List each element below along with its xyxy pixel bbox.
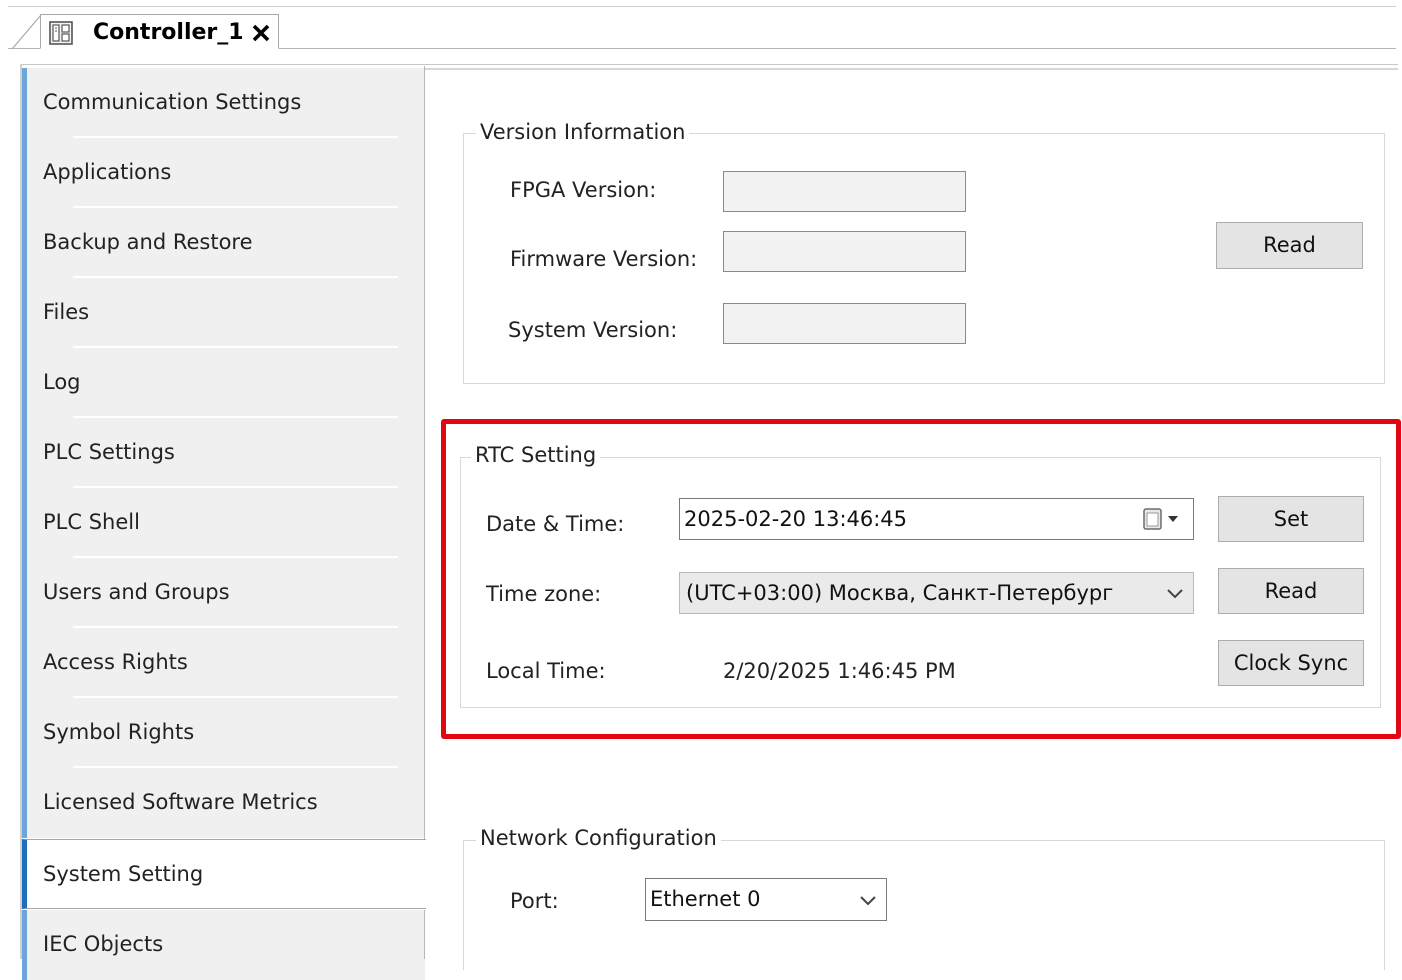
sidebar-item-access-rights[interactable]: Access Rights <box>22 628 425 698</box>
network-config-legend: Network Configuration <box>476 826 721 850</box>
close-icon[interactable] <box>249 20 273 44</box>
sidebar-item-label: PLC Shell <box>43 510 140 534</box>
sidebar-item-label: Backup and Restore <box>43 230 253 254</box>
sidebar-item-label: Applications <box>43 160 172 184</box>
device-icon <box>49 21 73 45</box>
port-select[interactable]: Ethernet 0 <box>645 878 887 921</box>
version-read-button[interactable]: Read <box>1216 222 1363 269</box>
sidebar-item-licensed-software-metrics[interactable]: Licensed Software Metrics <box>22 768 425 838</box>
sidebar-right-border <box>424 910 425 959</box>
network-config-group <box>463 840 1385 970</box>
sidebar-item-iec-objects[interactable]: IEC Objects <box>22 910 425 980</box>
sidebar-item-label: Log <box>43 370 81 394</box>
sidebar-item-applications[interactable]: Applications <box>22 138 425 208</box>
sidebar-nav: Communication Settings Applications Back… <box>22 66 426 980</box>
sidebar-item-label: Access Rights <box>43 650 188 674</box>
tab-controller[interactable]: Controller_1 <box>40 14 279 49</box>
sidebar-item-label: Communication Settings <box>43 90 302 114</box>
fpga-version-field[interactable] <box>723 171 966 212</box>
content-top-border <box>424 68 1398 70</box>
sidebar-item-log[interactable]: Log <box>22 348 425 418</box>
chevron-down-icon <box>860 896 876 906</box>
version-info-legend: Version Information <box>476 120 690 144</box>
tabstrip-top-border <box>8 6 1396 7</box>
sidebar-right-border <box>424 66 425 839</box>
sidebar-item-system-setting[interactable]: System Setting <box>22 839 426 909</box>
sidebar-item-label: PLC Settings <box>43 440 175 464</box>
tab-title: Controller_1 <box>93 20 244 45</box>
port-label: Port: <box>510 889 559 913</box>
port-value: Ethernet 0 <box>650 887 761 911</box>
firmware-version-field[interactable] <box>723 231 966 272</box>
sidebar-item-label: System Setting <box>43 862 204 886</box>
sidebar-item-plc-shell[interactable]: PLC Shell <box>22 488 425 558</box>
sidebar-item-backup-and-restore[interactable]: Backup and Restore <box>22 208 425 278</box>
sidebar-item-users-and-groups[interactable]: Users and Groups <box>22 558 425 628</box>
sidebar-item-label: IEC Objects <box>43 932 164 956</box>
editor-top-border <box>20 64 1398 65</box>
sidebar-item-plc-settings[interactable]: PLC Settings <box>22 418 425 488</box>
firmware-version-label: Firmware Version: <box>510 247 698 271</box>
tab-slant-edge <box>11 14 42 50</box>
system-version-label: System Version: <box>508 318 678 342</box>
sidebar-item-label: Files <box>43 300 90 324</box>
system-version-field[interactable] <box>723 303 966 344</box>
editor-tabstrip: Controller_1 <box>0 0 1402 60</box>
sidebar-item-label: Licensed Software Metrics <box>43 790 318 814</box>
sidebar-item-communication-settings[interactable]: Communication Settings <box>22 68 425 138</box>
rtc-highlight-frame <box>441 419 1401 739</box>
sidebar-item-files[interactable]: Files <box>22 278 425 348</box>
sidebar-item-label: Users and Groups <box>43 580 230 604</box>
fpga-version-label: FPGA Version: <box>510 178 657 202</box>
sidebar-item-symbol-rights[interactable]: Symbol Rights <box>22 698 425 768</box>
sidebar-item-label: Symbol Rights <box>43 720 195 744</box>
